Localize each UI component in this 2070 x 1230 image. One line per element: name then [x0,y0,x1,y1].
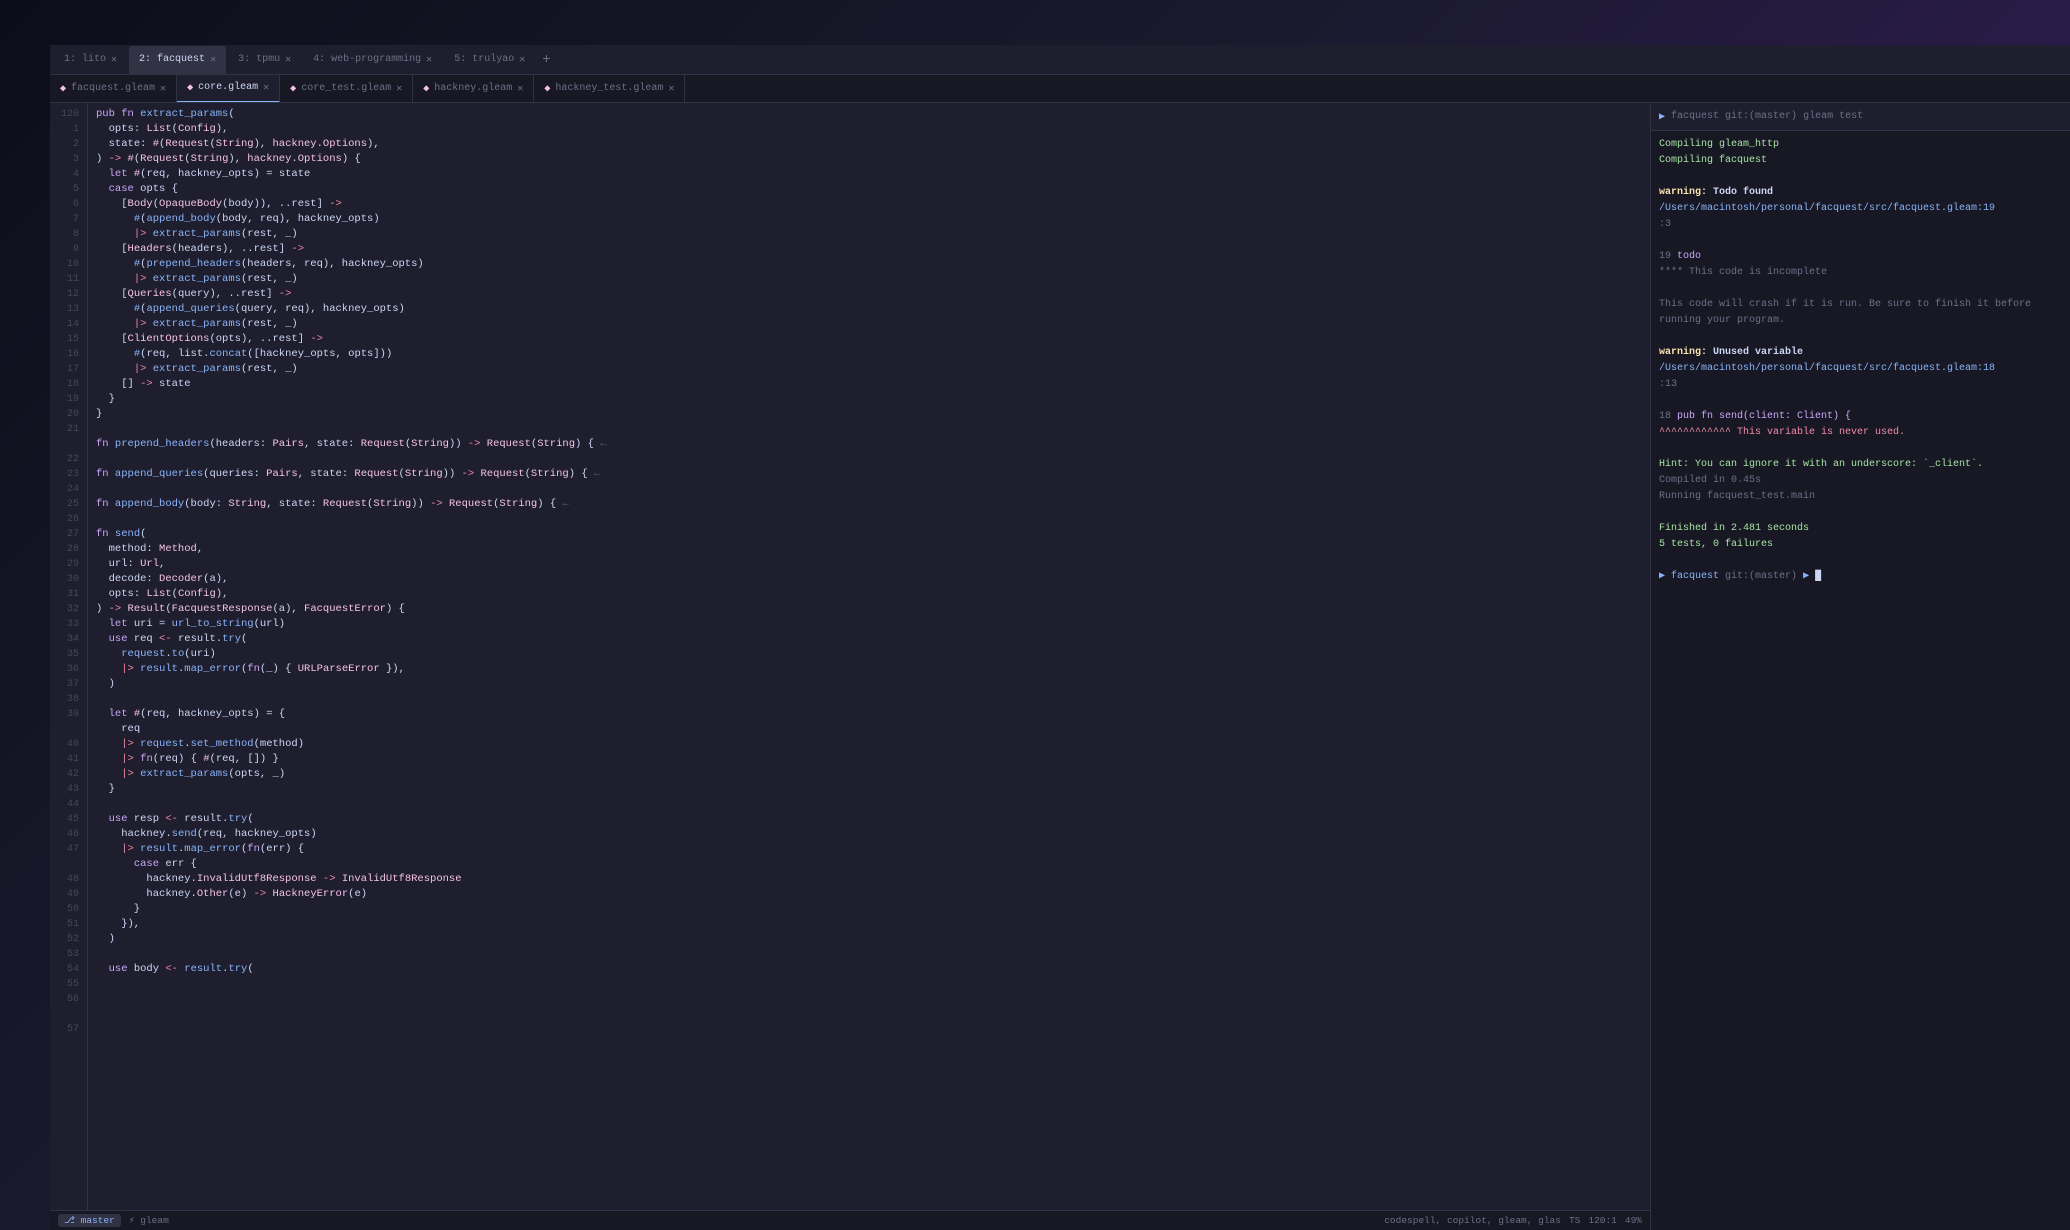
tab-2-close[interactable]: ✕ [210,54,216,66]
gleam-icon-active: ◆ [187,82,193,94]
tab-4-close[interactable]: ✕ [426,54,432,66]
file-tab-core-test-gleam[interactable]: ◆ core_test.gleam ✕ [280,75,413,103]
tab-4[interactable]: 4: web-programming ✕ [303,46,442,74]
file-tab-hackney-test-gleam[interactable]: ◆ hackney_test.gleam ✕ [534,75,685,103]
tab-3[interactable]: 3: tpmu ✕ [228,46,301,74]
output-crash-msg-1: This code will crash if it is run. Be su… [1659,297,2062,313]
output-warning-1: warning: Todo found [1659,185,2062,201]
output-blank-5 [1659,393,2062,409]
terminal-prompt-icon: ▶ [1659,111,1665,123]
pane-tab-bar: 1: lito ✕ 2: facquest ✕ 3: tpmu ✕ 4: web… [50,45,2070,75]
status-left: ⎇ master ⚡ gleam [58,1214,169,1227]
output-crash-msg-2: running your program. [1659,313,2062,329]
output-line-2: Compiling facquest [1659,153,2062,169]
terminal-command: gleam test [1803,111,1863,122]
output-blank-4 [1659,329,2062,345]
output-line-num-2: :13 [1659,377,2062,393]
tab-1-close[interactable]: ✕ [111,54,117,66]
output-code-line-19: 19 todo [1659,249,2062,265]
tab-1[interactable]: 1: lito ✕ [54,46,127,74]
close-hackney-test-gleam[interactable]: ✕ [668,83,674,95]
output-code-line-18: 18 pub fn send(client: Client) { [1659,409,2062,425]
terminal-panel: ▶ facquest git:(master) gleam test Compi… [1650,103,2070,1230]
tab-2-label: 2: facquest [139,54,205,65]
output-compiled: Compiled in 0.45s [1659,473,2062,489]
tab-4-label: 4: web-programming [313,54,421,65]
cursor-position: 120:1 [1588,1215,1617,1226]
output-blank-6 [1659,441,2062,457]
output-running: Running facquest_test.main [1659,489,2062,505]
git-branch: ⎇ master [58,1214,121,1227]
close-core-gleam[interactable]: ✕ [263,82,269,94]
gleam-icon-2: ◆ [290,83,296,95]
output-hint: Hint: You can ignore it with an undersco… [1659,457,2062,473]
ts-indicator: TS [1569,1215,1580,1226]
output-code-note: **** This code is incomplete [1659,265,2062,281]
output-tests: 5 tests, 0 failures [1659,537,2062,553]
close-hackney-gleam[interactable]: ✕ [517,83,523,95]
terminal-header: ▶ facquest git:(master) gleam test [1651,103,2070,131]
file-tab-hackney-gleam[interactable]: ◆ hackney.gleam ✕ [413,75,534,103]
file-tab-facquest-gleam[interactable]: ◆ facquest.gleam ✕ [50,75,177,103]
scroll-percent: 49% [1625,1215,1642,1226]
gleam-icon: ◆ [60,83,66,95]
code-area: 120 1 2 3 4 5 6 7 8 9 10 11 12 13 14 15 [50,103,1650,1210]
main-content: 120 1 2 3 4 5 6 7 8 9 10 11 12 13 14 15 [50,103,2070,1230]
line-numbers: 120 1 2 3 4 5 6 7 8 9 10 11 12 13 14 15 [50,103,88,1210]
file-tab-bar: ◆ facquest.gleam ✕ ◆ core.gleam ✕ ◆ core… [50,75,2070,103]
terminal-output[interactable]: Compiling gleam_http Compiling facquest … [1651,131,2070,1230]
lsp-status: ⚡ gleam [129,1215,169,1226]
gleam-icon-4: ◆ [544,83,550,95]
tab-2[interactable]: 2: facquest ✕ [129,46,226,74]
tab-5-close[interactable]: ✕ [519,54,525,66]
tab-5-label: 5: trulyao [454,54,514,65]
output-blank-1 [1659,169,2062,185]
new-tab-button[interactable]: + [537,52,555,68]
tab-3-label: 3: tpmu [238,54,280,65]
close-core-test-gleam[interactable]: ✕ [396,83,402,95]
close-facquest-gleam[interactable]: ✕ [160,83,166,95]
terminal-prompt-row: ▶ facquest git:(master) ▶ █ [1659,569,2062,585]
output-blank-7 [1659,505,2062,521]
tab-1-label: 1: lito [64,54,106,65]
output-line-1: Compiling gleam_http [1659,137,2062,153]
status-bar: ⎇ master ⚡ gleam codespell, copilot, gle… [50,1210,1650,1230]
output-finished: Finished in 2.481 seconds [1659,521,2062,537]
tab-5[interactable]: 5: trulyao ✕ [444,46,535,74]
output-blank-3 [1659,281,2062,297]
output-blank-8 [1659,553,2062,569]
status-right: codespell, copilot, gleam, glas TS 120:1… [1384,1215,1642,1226]
terminal-title: facquest [1671,111,1719,122]
lsp-plugins: codespell, copilot, gleam, glas [1384,1215,1561,1226]
terminal-git: git:(master) [1725,111,1797,122]
gleam-icon-3: ◆ [423,83,429,95]
output-line-num-1: :3 [1659,217,2062,233]
output-warning-2: warning: Unused variable [1659,345,2062,361]
code-content[interactable]: pub fn extract_params( opts: List(Config… [88,103,1650,1210]
file-tab-core-gleam[interactable]: ◆ core.gleam ✕ [177,75,280,103]
output-path-1: /Users/macintosh/personal/facquest/src/f… [1659,201,2062,217]
output-blank-2 [1659,233,2062,249]
output-unused-indicator: ^^^^^^^^^^^^ This variable is never used… [1659,425,2062,441]
output-path-2: /Users/macintosh/personal/facquest/src/f… [1659,361,2062,377]
tab-3-close[interactable]: ✕ [285,54,291,66]
code-editor[interactable]: 120 1 2 3 4 5 6 7 8 9 10 11 12 13 14 15 [50,103,1650,1230]
